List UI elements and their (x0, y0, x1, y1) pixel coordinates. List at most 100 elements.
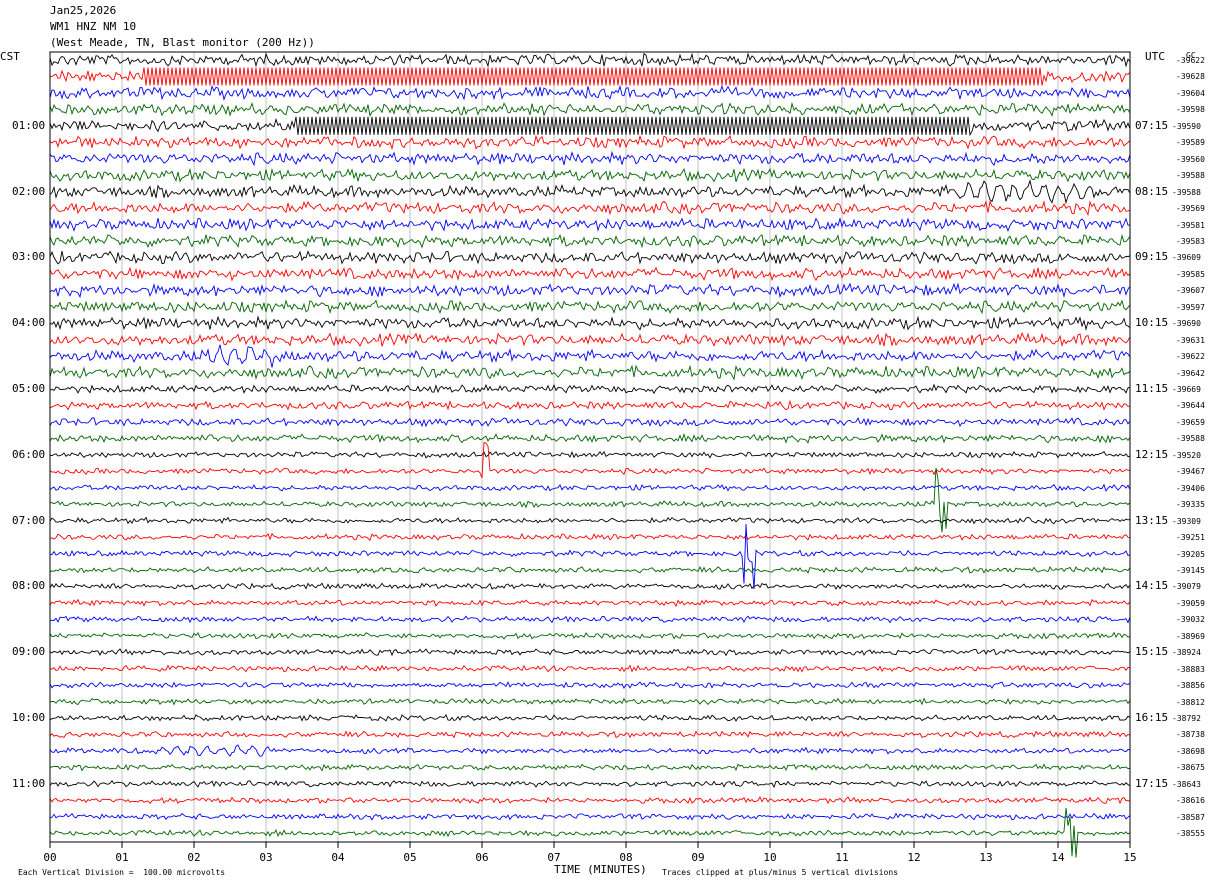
trace-offset-label: -39607 (1176, 286, 1205, 296)
trace-offset-label: -39205 (1176, 549, 1205, 559)
trace-offset-label: -38883 (1176, 664, 1205, 674)
trace-offset-label: -39560 (1176, 154, 1205, 164)
trace-line-green (49, 763, 1131, 772)
trace-line-black (49, 52, 1131, 68)
left-hour-label: 10:00 (12, 711, 46, 724)
trace-offset-label: -39581 (1176, 220, 1205, 230)
x-tick-label: 03 (259, 851, 272, 864)
trace-offset-label: -39622 (1176, 352, 1205, 362)
right-hour-label: 09:15 (1135, 250, 1169, 264)
left-hour-label: 04:00 (12, 316, 46, 330)
x-tick-label: 00 (43, 851, 56, 864)
x-tick-label: 12 (907, 851, 920, 864)
trace-line-red (49, 598, 1131, 608)
trace-offset-label: -38812 (1176, 697, 1205, 707)
trace-line-green (49, 364, 1131, 381)
x-tick-label: 04 (331, 851, 345, 864)
trace-line-red (49, 532, 1131, 542)
trace-line-black (49, 648, 1131, 657)
trace-offset-label: -38969 (1176, 631, 1205, 641)
trace-offset-label: -39598 (1176, 105, 1205, 115)
x-tick-label: 09 (691, 851, 704, 864)
trace-line-black (49, 582, 1131, 591)
left-hour-label: 05:00 (12, 382, 46, 395)
trace-line-blue (49, 417, 1131, 428)
trace-line-blue (49, 483, 1131, 492)
trace-offset-label: -39659 (1176, 417, 1205, 427)
trace-line-blue (49, 812, 1131, 821)
trace-line-green (49, 233, 1131, 249)
trace-offset-label: -39145 (1176, 565, 1205, 575)
clip-note: Traces clipped at plus/minus 5 vertical … (662, 868, 899, 877)
trace-offset-label: -39251 (1176, 533, 1205, 543)
x-tick-label: 11 (835, 851, 848, 864)
trace-line-blue (49, 524, 1131, 590)
trace-line-blue (49, 615, 1131, 624)
right-timezone: UTC (1145, 50, 1165, 63)
left-hour-label: 07:00 (12, 513, 46, 527)
x-tick-label: 01 (115, 851, 128, 864)
station-label: WM1 HNZ NM 10 (50, 20, 137, 33)
trace-offset-label: -38643 (1172, 779, 1201, 789)
right-hour-label: 17:15 (1135, 776, 1169, 790)
trace-line-green (49, 565, 1131, 574)
trace-offset-label: -39589 (1176, 138, 1205, 148)
right-hour-label: 13:15 (1135, 513, 1169, 527)
trace-offset-label: -39569 (1176, 204, 1205, 214)
left-hour-label: 11:00 (12, 776, 46, 790)
seismic-traces (49, 52, 1131, 858)
trace-line-red (49, 730, 1131, 739)
trace-line-red (49, 664, 1131, 673)
x-tick-label: 06 (475, 851, 488, 864)
trace-offset-label: -38924 (1172, 648, 1201, 658)
trace-line-red (49, 199, 1131, 217)
trace-line-red (49, 331, 1131, 348)
right-hour-label: 08:15 (1135, 184, 1169, 198)
trace-offset-label: -39631 (1176, 335, 1205, 345)
trace-line-black (49, 780, 1131, 789)
minute-grid (121, 52, 1059, 842)
right-hour-label: 12:15 (1135, 447, 1169, 461)
trace-line-red (49, 795, 1131, 805)
left-hour-label: 08:00 (12, 579, 46, 593)
trace-offset-label: -39622 (1176, 56, 1205, 65)
left-hour-label: 06:00 (12, 447, 46, 461)
x-tick-label: 15 (1123, 851, 1136, 864)
left-hour-label: 03:00 (12, 250, 46, 264)
right-hour-label: 07:15 (1135, 118, 1169, 132)
trace-offset-label: -39309 (1172, 516, 1201, 526)
trace-offset-label: -38738 (1176, 730, 1205, 740)
right-hour-label: 16:15 (1135, 711, 1169, 724)
trace-line-blue (49, 84, 1131, 101)
trace-offset-label: -39583 (1176, 236, 1205, 246)
trace-line-green (49, 167, 1131, 183)
trace-offset-label: -39335 (1176, 500, 1205, 510)
trace-line-black (49, 450, 1131, 459)
trace-line-black (49, 179, 1131, 205)
x-tick-label: 02 (187, 851, 200, 864)
trace-offset-label: -39588 (1176, 171, 1205, 181)
trace-offset-label: -39588 (1176, 434, 1205, 444)
seismogram-plot: 00 01 02 03 04 05 06 07 08 09 10 11 12 13 14 15 (43, 51, 1137, 864)
trace-offset-label: -38587 (1176, 812, 1205, 822)
trace-offset-label: -39032 (1176, 615, 1205, 625)
trace-offset-label: -38616 (1176, 796, 1205, 806)
right-hour-label: 15:15 (1135, 645, 1169, 659)
trace-line-red (49, 266, 1131, 282)
trace-line-red (49, 399, 1131, 411)
trace-line-black (49, 250, 1131, 265)
trace-offset-label: -39059 (1176, 598, 1205, 608)
trace-offset-label: -39642 (1176, 368, 1205, 378)
trace-offset-label: -39609 (1172, 253, 1201, 263)
trace-offset-label: -38675 (1176, 763, 1205, 773)
trace-offset-label: -39588 (1172, 187, 1201, 197)
x-axis-ticks: 00 01 02 03 04 05 06 07 08 09 10 11 12 13 14 15 (43, 842, 1137, 864)
trace-line-green (49, 631, 1131, 640)
right-hour-label: 11:15 (1135, 382, 1169, 395)
left-hour-label: 09:00 (12, 645, 46, 659)
trace-line-green (49, 467, 1131, 533)
left-timezone: CST (0, 50, 20, 63)
trace-line-blue (49, 150, 1131, 167)
right-hour-label: 14:15 (1135, 579, 1169, 593)
trace-line-black (49, 516, 1131, 525)
